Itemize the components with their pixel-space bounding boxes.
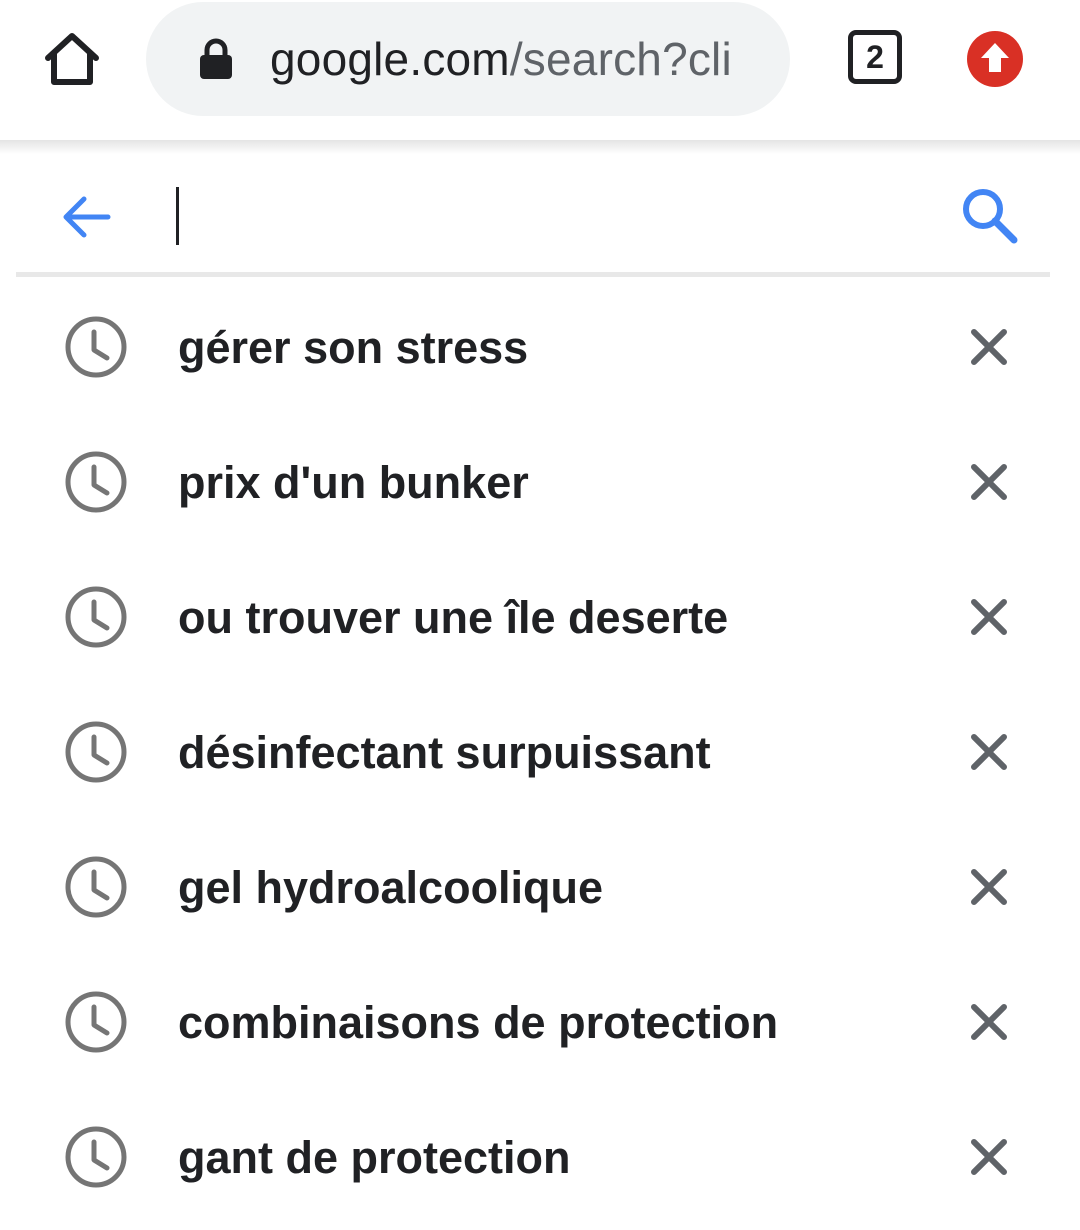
update-button[interactable] xyxy=(966,30,1024,88)
remove-suggestion-button[interactable] xyxy=(962,590,1016,644)
remove-suggestion-button[interactable] xyxy=(962,860,1016,914)
home-icon xyxy=(45,33,99,85)
history-clock-icon xyxy=(63,449,129,515)
suggestion-text: combinaisons de protection xyxy=(178,997,779,1048)
suggestion-item[interactable]: combinaisons de protection xyxy=(0,955,1080,1090)
tab-switcher-button[interactable]: 2 xyxy=(848,30,904,86)
history-clock-icon xyxy=(63,314,129,380)
search-button[interactable] xyxy=(958,184,1022,248)
close-icon xyxy=(971,734,1007,770)
suggestion-text: ou trouver une île deserte xyxy=(178,592,729,643)
suggestion-list: gérer son stress prix d'un bunker ou tro… xyxy=(0,280,1080,1225)
search-icon xyxy=(963,189,1018,244)
close-icon xyxy=(971,464,1007,500)
suggestion-text: gel hydroalcoolique xyxy=(178,862,604,913)
history-clock-icon xyxy=(63,719,129,785)
suggestion-item[interactable]: gérer son stress xyxy=(0,280,1080,415)
history-clock-icon xyxy=(63,1124,129,1190)
close-icon xyxy=(971,329,1007,365)
history-clock-icon xyxy=(63,989,129,1055)
close-icon xyxy=(971,869,1007,905)
remove-suggestion-button[interactable] xyxy=(962,1130,1016,1184)
toolbar-shadow xyxy=(0,140,1080,154)
suggestion-text: désinfectant surpuissant xyxy=(178,727,711,778)
url-path: /search?cli xyxy=(509,33,732,85)
url-text[interactable]: google.com/search?cli xyxy=(270,2,762,116)
back-button[interactable] xyxy=(58,188,116,246)
suggestion-item[interactable]: gant de protection xyxy=(0,1090,1080,1225)
search-bar xyxy=(0,154,1080,274)
remove-suggestion-button[interactable] xyxy=(962,455,1016,509)
suggestion-item[interactable]: gel hydroalcoolique xyxy=(0,820,1080,955)
remove-suggestion-button[interactable] xyxy=(962,320,1016,374)
suggestion-text: gérer son stress xyxy=(178,322,529,373)
address-bar[interactable]: google.com/search?cli xyxy=(146,2,790,116)
lock-icon xyxy=(198,38,234,80)
tab-count: 2 xyxy=(848,30,902,84)
close-icon xyxy=(971,1139,1007,1175)
remove-suggestion-button[interactable] xyxy=(962,995,1016,1049)
update-arrow-icon xyxy=(967,31,1023,87)
close-icon xyxy=(971,599,1007,635)
suggestion-item[interactable]: ou trouver une île deserte xyxy=(0,550,1080,685)
home-button[interactable] xyxy=(38,26,106,94)
text-cursor xyxy=(176,187,179,245)
suggestion-text: prix d'un bunker xyxy=(178,457,529,508)
url-domain: google.com xyxy=(270,33,510,85)
suggestion-item[interactable]: prix d'un bunker xyxy=(0,415,1080,550)
close-icon xyxy=(971,1004,1007,1040)
search-divider xyxy=(16,272,1050,277)
history-clock-icon xyxy=(63,854,129,920)
browser-toolbar: google.com/search?cli 2 xyxy=(0,0,1080,140)
history-clock-icon xyxy=(63,584,129,650)
search-input[interactable] xyxy=(170,176,916,256)
remove-suggestion-button[interactable] xyxy=(962,725,1016,779)
suggestion-item[interactable]: désinfectant surpuissant xyxy=(0,685,1080,820)
suggestion-text: gant de protection xyxy=(178,1132,571,1183)
arrow-left-icon xyxy=(63,196,111,238)
